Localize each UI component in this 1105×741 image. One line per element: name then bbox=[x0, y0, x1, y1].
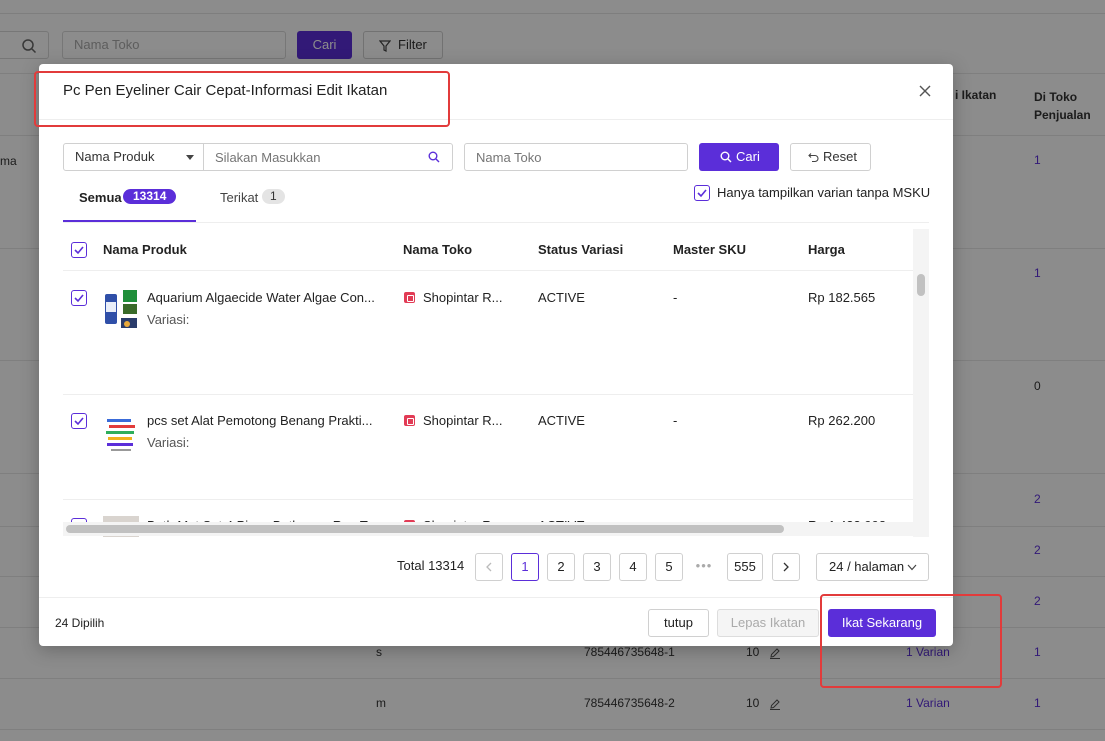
page-button-last[interactable]: 555 bbox=[727, 553, 763, 581]
tab-terikat[interactable]: Terikat 1 bbox=[220, 188, 310, 222]
tab-semua[interactable]: Semua 13314 bbox=[63, 188, 196, 222]
prev-page-button[interactable] bbox=[475, 553, 503, 581]
next-page-button[interactable] bbox=[772, 553, 800, 581]
close-button[interactable]: tutup bbox=[648, 609, 709, 637]
variation-status: ACTIVE bbox=[538, 413, 585, 428]
horizontal-scroll-thumb[interactable] bbox=[66, 525, 784, 533]
row-checkbox[interactable] bbox=[71, 290, 87, 306]
shopee-store-icon bbox=[404, 292, 415, 303]
caret-down-icon bbox=[186, 155, 194, 160]
page-button[interactable]: 2 bbox=[547, 553, 575, 581]
product-search-input[interactable] bbox=[204, 143, 453, 171]
store-name-text: Shopintar R... bbox=[423, 290, 503, 305]
col-harga: Harga bbox=[808, 242, 845, 257]
col-status-variasi: Status Variasi bbox=[538, 242, 624, 257]
product-variation: Variasi: bbox=[147, 312, 190, 327]
chevron-down-icon bbox=[907, 564, 917, 571]
pagination-ellipsis[interactable]: ••• bbox=[694, 553, 714, 579]
product-thumbnail bbox=[103, 411, 139, 455]
page-size-label: 24 / halaman bbox=[829, 559, 905, 574]
msku-filter-checkbox[interactable]: Hanya tampilkan varian tanpa MSKU bbox=[694, 185, 934, 203]
price: Rp 262.200 bbox=[808, 413, 876, 428]
search-button[interactable]: Cari bbox=[699, 143, 779, 171]
price: Rp 182.565 bbox=[808, 290, 876, 305]
search-field-label: Nama Produk bbox=[75, 149, 155, 164]
store-search-input[interactable] bbox=[464, 143, 688, 171]
undo-icon bbox=[808, 153, 819, 163]
col-nama-produk: Nama Produk bbox=[103, 242, 187, 257]
store-name-text: Shopintar R... bbox=[423, 413, 503, 428]
tabs-divider bbox=[63, 222, 929, 223]
chevron-right-icon bbox=[783, 562, 789, 572]
master-sku: - bbox=[673, 290, 678, 305]
page-button[interactable]: 3 bbox=[583, 553, 611, 581]
search-field-select[interactable]: Nama Produk bbox=[63, 143, 204, 171]
search-icon bbox=[720, 151, 732, 163]
table-row[interactable]: pcs set Alat Pemotong Benang Prakti... V… bbox=[63, 395, 913, 500]
pagination-total: Total 13314 bbox=[397, 558, 465, 573]
vertical-scroll-thumb[interactable] bbox=[917, 274, 925, 296]
page-size-select[interactable]: 24 / halaman bbox=[816, 553, 929, 581]
col-nama-toko: Nama Toko bbox=[403, 242, 473, 257]
bind-button-annotation-box bbox=[820, 594, 1002, 688]
tab-semua-label: Semua bbox=[79, 190, 122, 205]
close-icon[interactable] bbox=[917, 83, 933, 99]
tab-terikat-label: Terikat bbox=[220, 190, 259, 205]
msku-filter-label: Hanya tampilkan varian tanpa MSKU bbox=[717, 185, 931, 200]
search-button-label: Cari bbox=[736, 149, 760, 164]
table-header: Nama Produk Nama Toko Status Variasi Mas… bbox=[63, 229, 929, 271]
table-row[interactable]: Aquarium Algaecide Water Algae Con... Va… bbox=[63, 272, 913, 395]
product-name: pcs set Alat Pemotong Benang Prakti... bbox=[147, 413, 373, 428]
shopee-store-icon bbox=[404, 415, 415, 426]
title-annotation-box bbox=[34, 71, 450, 127]
check-icon bbox=[74, 294, 84, 303]
master-sku: - bbox=[673, 413, 678, 428]
col-master-sku: Master SKU bbox=[673, 242, 746, 257]
edit-binding-modal: Pc Pen Eyeliner Cair Cepat-Informasi Edi… bbox=[34, 64, 953, 646]
page-button[interactable]: 4 bbox=[619, 553, 647, 581]
reset-button-label: Reset bbox=[823, 149, 857, 164]
product-table: Nama Produk Nama Toko Status Variasi Mas… bbox=[63, 229, 929, 537]
product-variation: Variasi: bbox=[147, 435, 190, 450]
page-button[interactable]: 1 bbox=[511, 553, 539, 581]
check-icon bbox=[697, 189, 707, 198]
select-all-checkbox[interactable] bbox=[71, 242, 87, 258]
check-icon bbox=[74, 246, 84, 255]
row-checkbox[interactable] bbox=[71, 413, 87, 429]
checkbox[interactable] bbox=[694, 185, 710, 201]
variation-status: ACTIVE bbox=[538, 290, 585, 305]
page-button[interactable]: 5 bbox=[655, 553, 683, 581]
chevron-left-icon bbox=[486, 562, 492, 572]
check-icon bbox=[74, 417, 84, 426]
selected-count: 24 Dipilih bbox=[55, 616, 105, 630]
reset-button[interactable]: Reset bbox=[790, 143, 871, 171]
search-icon[interactable] bbox=[428, 151, 440, 163]
unbind-button[interactable]: Lepas Ikatan bbox=[717, 609, 819, 637]
modal-footer: 24 Dipilih tutup Lepas Ikatan Ikat Sekar… bbox=[39, 597, 953, 646]
product-thumbnail bbox=[103, 288, 139, 332]
tab-semua-count: 13314 bbox=[123, 189, 177, 204]
product-name: Aquarium Algaecide Water Algae Con... bbox=[147, 290, 375, 305]
tab-terikat-count: 1 bbox=[262, 189, 285, 204]
